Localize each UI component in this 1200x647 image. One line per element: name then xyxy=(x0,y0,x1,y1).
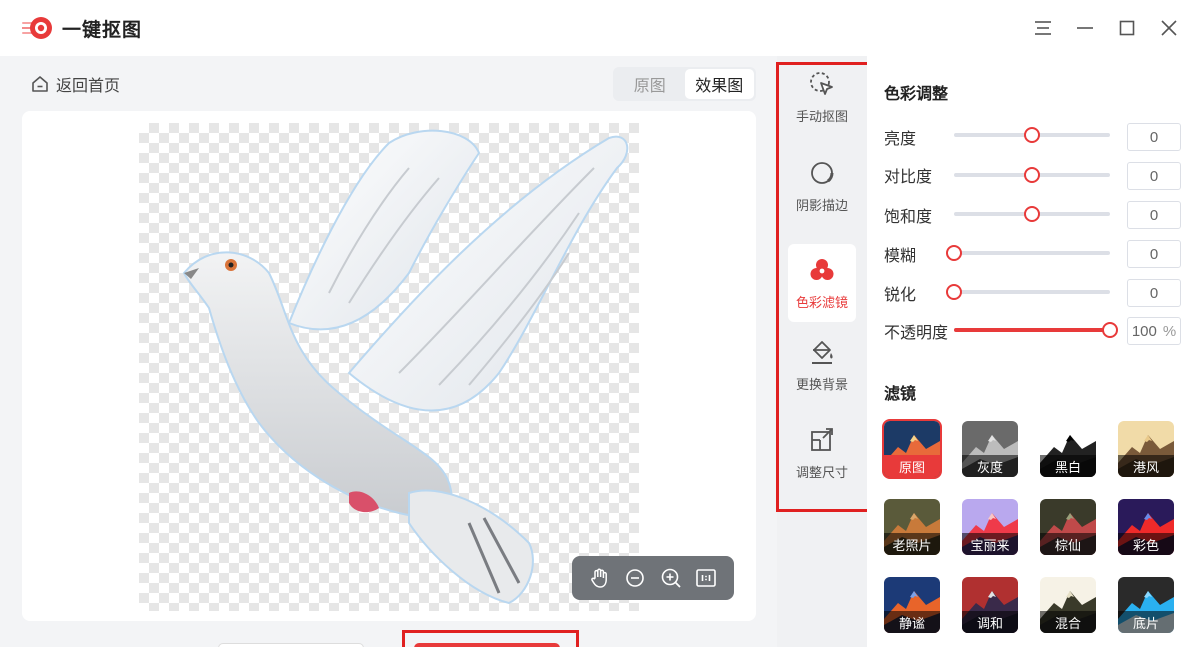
filters-title: 滤镜 xyxy=(884,386,917,403)
slider-knob[interactable] xyxy=(1024,167,1040,183)
tab-result[interactable]: 效果图 xyxy=(684,69,754,99)
zoom-out-icon[interactable] xyxy=(622,565,648,591)
filter-label: 原图 xyxy=(884,455,940,477)
canvas-card xyxy=(22,111,756,621)
view-toggle: 原图 效果图 xyxy=(613,67,756,101)
sharpen-value: 0 xyxy=(1149,284,1159,302)
maximize-icon[interactable] xyxy=(1115,16,1139,40)
adjust-label-saturation: 饱和度 xyxy=(884,209,933,226)
filter-thumbnail[interactable]: 原图 xyxy=(882,419,942,479)
dove-image[interactable] xyxy=(139,123,639,611)
slider-knob[interactable] xyxy=(946,284,962,300)
saturation-slider[interactable] xyxy=(954,206,1110,222)
filter-thumbnail[interactable]: 混合 xyxy=(1040,577,1096,633)
zoom-toolbar xyxy=(572,556,734,600)
blur-value: 0 xyxy=(1149,245,1159,263)
filter-thumbnail[interactable]: 灰度 xyxy=(962,421,1018,477)
opacity-slider[interactable] xyxy=(954,322,1118,338)
slider-knob[interactable] xyxy=(1102,322,1118,338)
filter-label: 黑白 xyxy=(1040,455,1096,477)
contrast-slider[interactable] xyxy=(954,167,1110,183)
opacity-value-input[interactable]: 100% xyxy=(1127,317,1181,345)
menu-icon[interactable] xyxy=(1031,16,1055,40)
opacity-value: 100 xyxy=(1131,322,1157,340)
hand-icon[interactable] xyxy=(587,565,613,591)
filter-thumbnail[interactable]: 棕仙 xyxy=(1040,499,1096,555)
bottom-secondary-button[interactable] xyxy=(218,643,364,647)
brightness-value-input[interactable]: 0 xyxy=(1127,123,1181,151)
filter-thumbnail[interactable]: 宝丽来 xyxy=(962,499,1018,555)
close-icon[interactable] xyxy=(1157,16,1181,40)
contrast-value-input[interactable]: 0 xyxy=(1127,162,1181,190)
adjust-label-blur: 模糊 xyxy=(884,248,917,265)
back-home-label: 返回首页 xyxy=(56,78,121,95)
filter-label: 静谧 xyxy=(884,611,940,633)
slider-knob[interactable] xyxy=(1024,127,1040,143)
zoom-in-icon[interactable] xyxy=(658,565,684,591)
back-home-link[interactable]: 返回首页 xyxy=(30,72,120,96)
minimize-icon[interactable] xyxy=(1073,16,1097,40)
blur-slider[interactable] xyxy=(946,245,1110,261)
sharpen-slider[interactable] xyxy=(946,284,1110,300)
filter-label: 调和 xyxy=(962,611,1018,633)
app-logo-icon xyxy=(22,17,52,39)
opacity-unit: % xyxy=(1162,322,1177,340)
sharpen-value-input[interactable]: 0 xyxy=(1127,279,1181,307)
adjust-label-opacity: 不透明度 xyxy=(884,325,949,342)
bottom-primary-button[interactable] xyxy=(414,643,560,647)
adjust-label-brightness: 亮度 xyxy=(884,131,917,148)
filter-label: 老照片 xyxy=(884,533,940,555)
contrast-value: 0 xyxy=(1149,167,1159,185)
color-adjust-title: 色彩调整 xyxy=(884,86,949,103)
filter-label: 宝丽来 xyxy=(962,533,1018,555)
filter-label: 灰度 xyxy=(962,455,1018,477)
brightness-value: 0 xyxy=(1149,128,1159,146)
brightness-slider[interactable] xyxy=(954,127,1110,143)
filter-label: 彩色 xyxy=(1118,533,1174,555)
filter-thumbnail[interactable]: 黑白 xyxy=(1040,421,1096,477)
filter-thumbnail[interactable]: 调和 xyxy=(962,577,1018,633)
tab-original[interactable]: 原图 xyxy=(615,69,685,99)
filter-label: 底片 xyxy=(1118,611,1174,633)
blur-value-input[interactable]: 0 xyxy=(1127,240,1181,268)
adjust-label-contrast: 对比度 xyxy=(884,169,933,186)
slider-knob[interactable] xyxy=(946,245,962,261)
filter-thumbnail[interactable]: 底片 xyxy=(1118,577,1174,633)
filter-label: 棕仙 xyxy=(1040,533,1096,555)
filter-thumbnail[interactable]: 静谧 xyxy=(884,577,940,633)
fit-icon[interactable] xyxy=(693,565,719,591)
filter-thumbnail[interactable]: 老照片 xyxy=(884,499,940,555)
title-bar: 一键抠图 xyxy=(0,0,1200,56)
adjust-label-sharpen: 锐化 xyxy=(884,287,917,304)
slider-knob[interactable] xyxy=(1024,206,1040,222)
home-icon xyxy=(32,76,48,92)
app-title: 一键抠图 xyxy=(62,20,143,41)
filter-thumbnail[interactable]: 彩色 xyxy=(1118,499,1174,555)
filter-label: 港风 xyxy=(1118,455,1174,477)
saturation-value-input[interactable]: 0 xyxy=(1127,201,1181,229)
filter-label: 混合 xyxy=(1040,611,1096,633)
saturation-value: 0 xyxy=(1149,206,1159,224)
filter-thumbnail[interactable]: 港风 xyxy=(1118,421,1174,477)
highlight-box-tools xyxy=(776,62,872,512)
